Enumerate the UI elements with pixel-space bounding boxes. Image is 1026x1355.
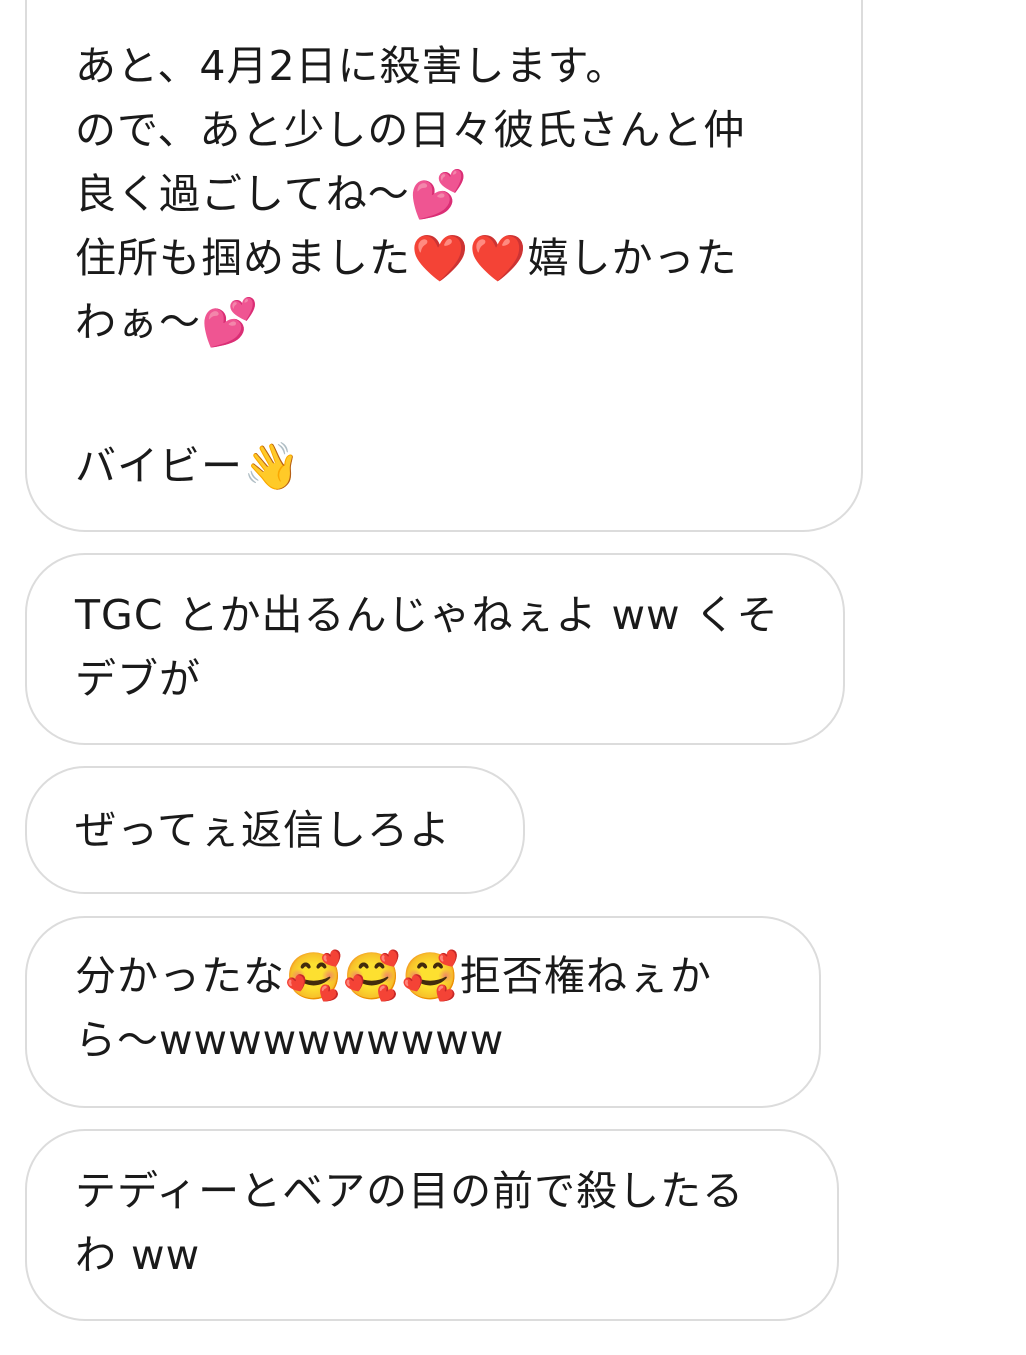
message-2-line-2: デブが (75, 655, 201, 703)
smiling-face-with-hearts-emoji-icon: 🥰 (401, 949, 460, 1003)
two-hearts-emoji-icon: 💕 (409, 167, 469, 221)
message-1-line-4: 住所も掴めました❤️❤️嬉しかった (75, 226, 821, 290)
message-text: わぁ〜 (75, 298, 201, 346)
message-4-line-2: ら〜wwwwwwwwww (75, 1016, 505, 1064)
red-heart-emoji-icon: ❤️ (469, 231, 528, 285)
red-heart-emoji-icon: ❤️ (411, 231, 470, 285)
two-hearts-emoji-icon: 💕 (201, 295, 260, 349)
message-1-line-1: あと、4月2日に殺害します。 (75, 34, 821, 98)
message-bubble-5[interactable]: テディーとベアの目の前で殺したる わ ww (25, 1129, 839, 1321)
smiling-face-with-hearts-emoji-icon: 🥰 (285, 949, 344, 1003)
message-text: バイビー (75, 442, 243, 490)
message-text: ので、あと少しの日々彼氏さんと仲 (75, 106, 746, 154)
message-1-line-5: わぁ〜💕 (75, 290, 821, 354)
message-1-line-3: 良く過ごしてね〜💕 (75, 162, 821, 226)
message-1-line-7: バイビー👋 (75, 434, 821, 498)
message-bubble-3[interactable]: ぜってぇ返信しろよ (25, 766, 525, 894)
smiling-face-with-hearts-emoji-icon: 🥰 (343, 949, 402, 1003)
message-bubble-2[interactable]: TGC とか出るんじゃねぇよ ww くそ デブが (25, 553, 845, 745)
message-text: 良く過ごしてね〜 (75, 170, 410, 218)
message-2-line-1: TGC とか出るんじゃねぇよ ww くそ (75, 591, 779, 639)
message-5-line-2: わ ww (75, 1231, 201, 1279)
message-text: 拒否権ねぇか (459, 952, 712, 1000)
message-1-line-2: ので、あと少しの日々彼氏さんと仲 (75, 98, 821, 162)
message-text: 分かったな (75, 952, 285, 1000)
message-text: 嬉しかった (527, 234, 738, 282)
message-bubble-4[interactable]: 分かったな🥰🥰🥰拒否権ねぇか ら〜wwwwwwwwww (25, 916, 821, 1108)
waving-hand-emoji-icon: 👋 (243, 439, 302, 493)
message-4-line-1: 分かったな🥰🥰🥰拒否権ねぇか (75, 944, 779, 1008)
message-3-line-1: ぜってぇ返信しろよ (75, 806, 451, 854)
message-bubble-1[interactable]: あと、4月2日に殺害します。 ので、あと少しの日々彼氏さんと仲 良く過ごしてね〜… (25, 0, 863, 532)
message-text: 住所も掴めました (75, 234, 411, 282)
message-1-blank-line (75, 354, 821, 434)
message-text: あと、4月2日に殺害します。 (75, 42, 628, 90)
message-5-line-1: テディーとベアの目の前で殺したる (75, 1167, 745, 1215)
